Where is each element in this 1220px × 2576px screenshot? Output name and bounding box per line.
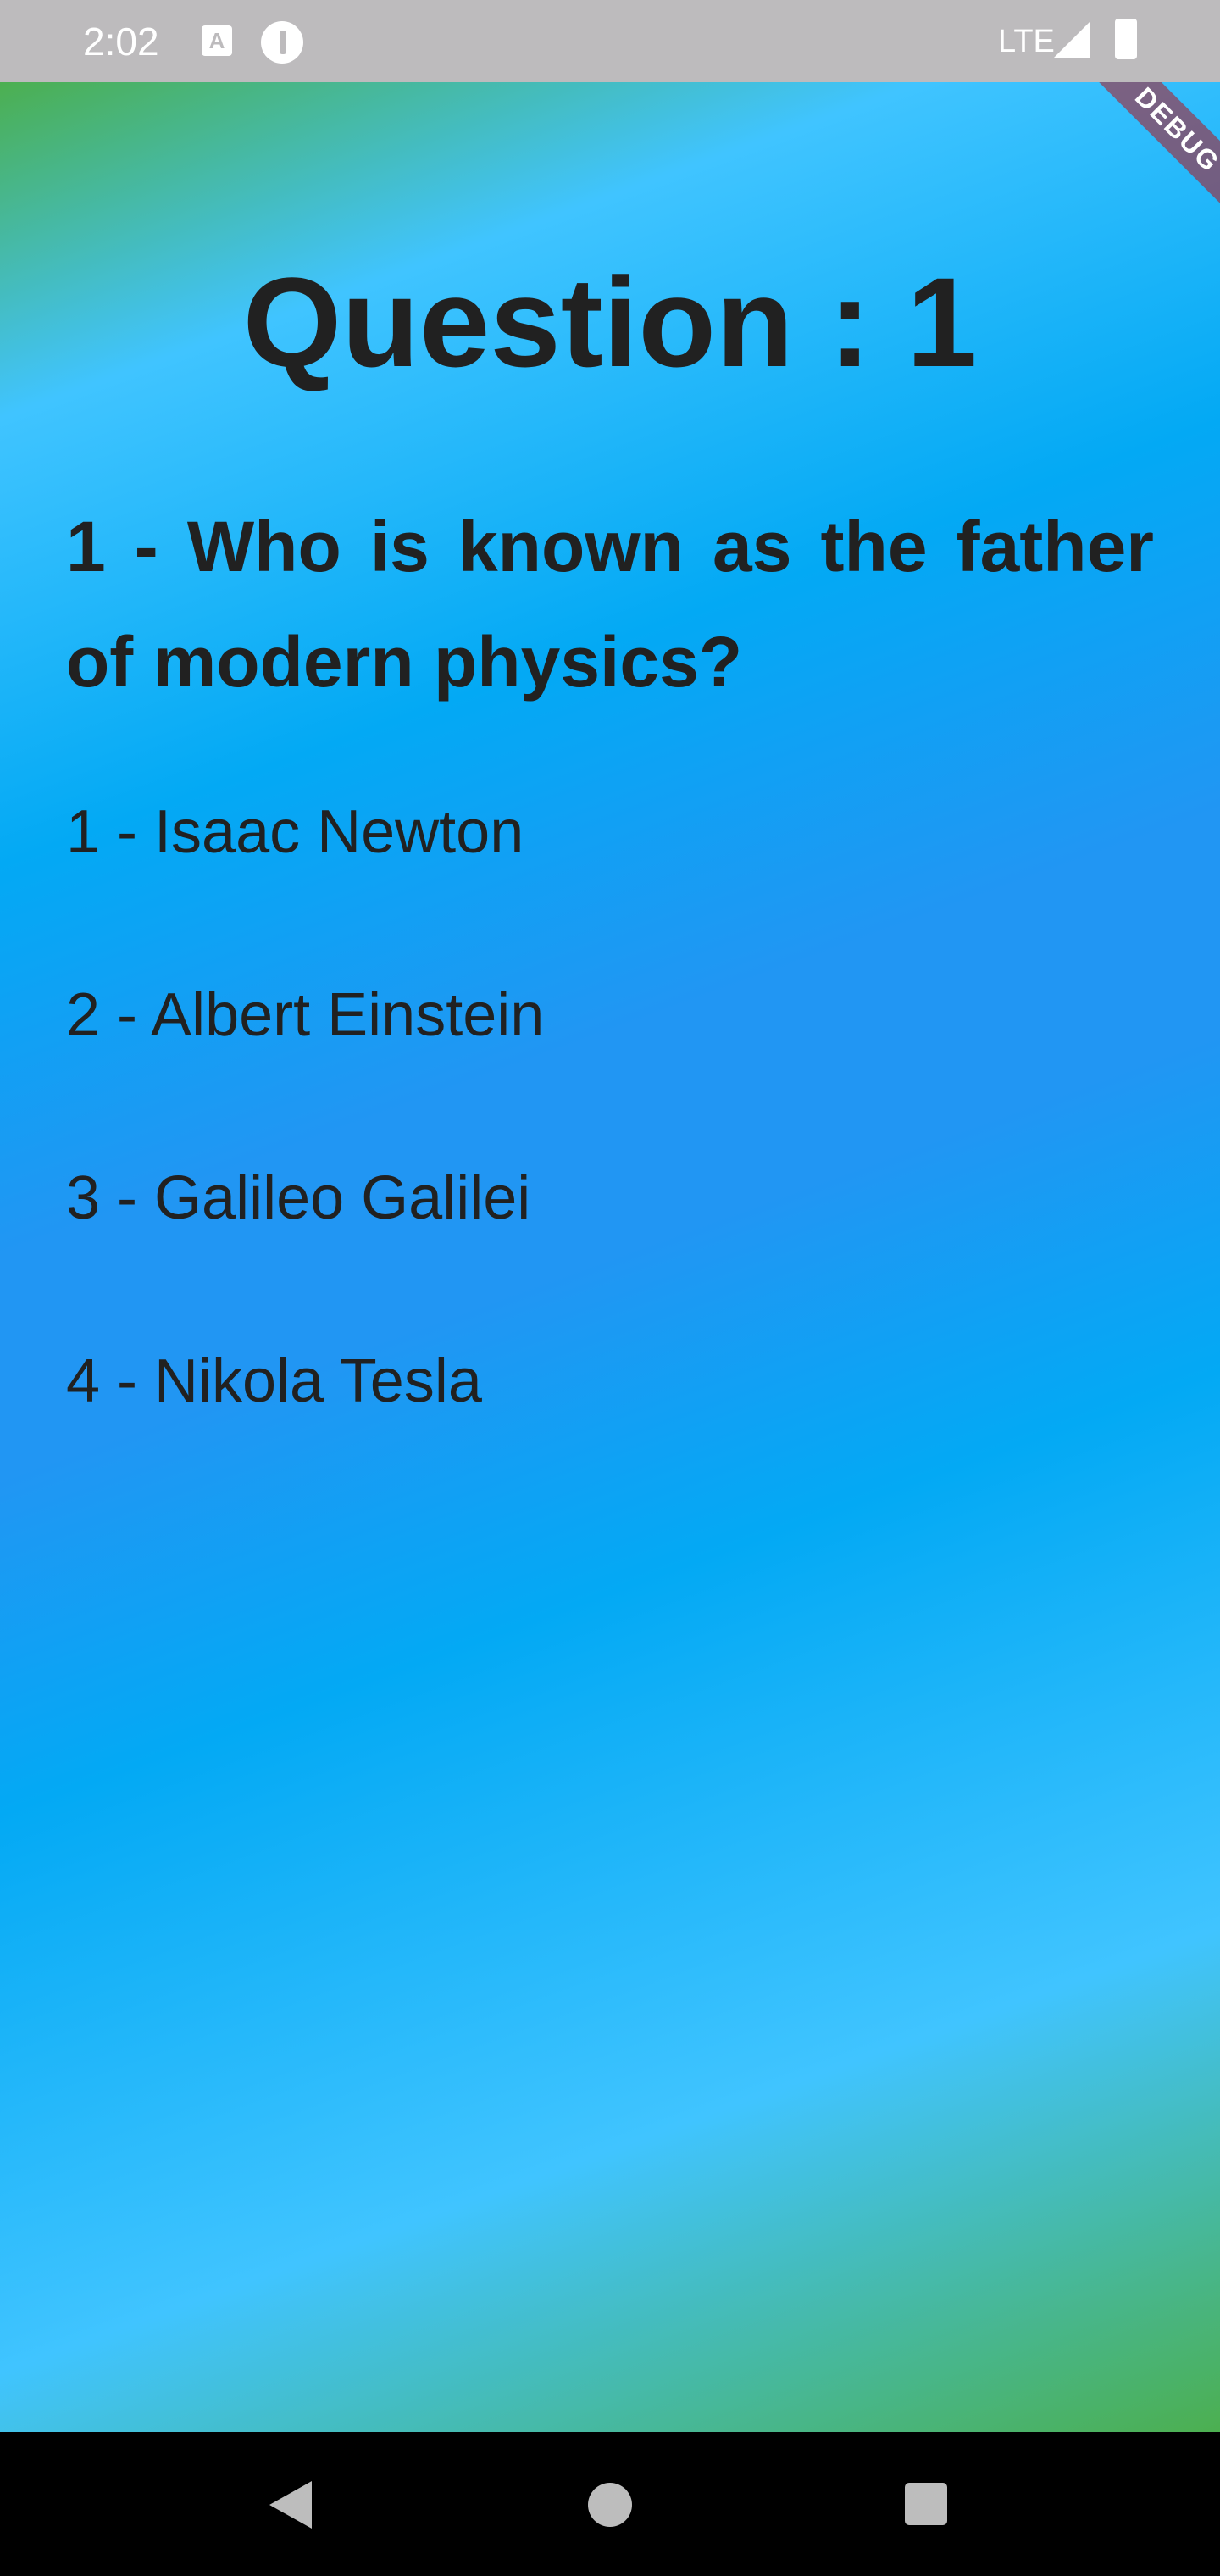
answer-option-3[interactable]: 3 - Galileo Galilei xyxy=(66,1160,530,1236)
answer-option-1[interactable]: 1 - Isaac Newton xyxy=(66,794,524,870)
info-circle-icon xyxy=(261,21,303,64)
recents-icon[interactable] xyxy=(905,2483,947,2525)
answer-option-2[interactable]: 2 - Albert Einstein xyxy=(66,977,544,1053)
question-title: Question : 1 xyxy=(242,251,978,393)
question-text: 1 - Who is known as the father of modern… xyxy=(66,507,1154,702)
status-bar: 2:02 A LTE xyxy=(0,0,1220,82)
home-icon[interactable] xyxy=(588,2483,632,2527)
signal-icon xyxy=(1054,22,1090,58)
text-a-icon: A xyxy=(202,25,232,56)
status-time: 2:02 xyxy=(83,19,159,64)
quiz-screen: DEBUG Question : 1 1 - Who is known as t… xyxy=(0,82,1220,2432)
battery-icon xyxy=(1115,19,1137,59)
debug-banner: DEBUG xyxy=(1066,82,1220,242)
app-screen: 2:02 A LTE DEBUG Question : 1 1 - Who is… xyxy=(0,0,1220,2576)
network-type: LTE xyxy=(998,24,1055,59)
navigation-bar xyxy=(0,2432,1220,2576)
back-icon[interactable] xyxy=(269,2481,312,2529)
answer-option-4[interactable]: 4 - Nikola Tesla xyxy=(66,1343,482,1419)
